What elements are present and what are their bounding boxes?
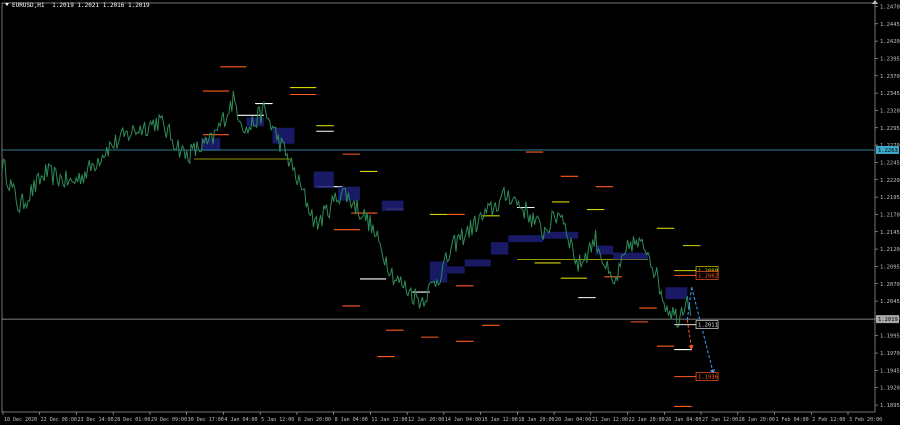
chart-window[interactable]: 1.2470 1.2445 1.2420 1.2395 1.2370 1.2345 1.23… xyxy=(0,0,900,425)
time-axis-label: 18 Dec 2020 xyxy=(4,417,37,423)
price-zone xyxy=(490,242,509,255)
price-axis-label: 1.2095 xyxy=(880,264,900,270)
price-axis-label: 1.2245 xyxy=(880,160,900,166)
price-axis-label: 1.1970 xyxy=(880,351,900,357)
time-axis-label: 8 Jan 04:00 xyxy=(335,417,368,423)
price-zone xyxy=(313,171,334,189)
time-axis-label: 5 Jan 12:00 xyxy=(261,417,294,423)
price-axis-label: 1.2170 xyxy=(880,212,900,218)
time-axis-label: 23 Dec 14:00 xyxy=(77,417,113,423)
price-axis-label: 1.2045 xyxy=(880,299,900,305)
time-axis-label: 20 Jan 04:00 xyxy=(555,417,591,423)
time-axis-label: 2 Feb 12:00 xyxy=(812,417,845,423)
price-axis-label: 1.1995 xyxy=(880,334,900,340)
price-line-tag-label: 1.2263 xyxy=(878,148,898,154)
time-axis-label: 22 Dec 06:00 xyxy=(41,417,77,423)
time-axis-label: 28 Jan 20:00 xyxy=(739,417,775,423)
symbol-label: EURUSD,H1 xyxy=(12,2,45,9)
chart-header: EURUSD,H1 1.2019 1.2021 1.2016 1.2019 xyxy=(3,2,150,9)
time-axis-label: 15 Jan 12:00 xyxy=(482,417,518,423)
projection-line xyxy=(691,287,714,374)
price-axis-label: 1.2370 xyxy=(880,74,900,80)
time-axis-label: 29 Dec 09:00 xyxy=(151,417,187,423)
price-axis-label: 1.2070 xyxy=(880,282,900,288)
time-axis-label: 14 Jan 04:00 xyxy=(445,417,481,423)
time-axis-label: 1 Feb 04:00 xyxy=(776,417,809,423)
price-axis-label: 1.2420 xyxy=(880,39,900,45)
price-axis-label: 1.2220 xyxy=(880,178,900,184)
time-axis-label: 22 Jan 20:00 xyxy=(629,417,665,423)
price-zone xyxy=(665,287,688,300)
price-tag-label: 1.2011 xyxy=(698,323,718,329)
projection-arrowhead xyxy=(688,344,694,350)
time-axis-label: 6 Jan 20:00 xyxy=(298,417,331,423)
price-zone xyxy=(508,235,544,243)
time-axis-label: 27 Jan 12:00 xyxy=(702,417,738,423)
time-axis-label: 28 Dec 01:00 xyxy=(114,417,150,423)
price-zone xyxy=(201,138,221,151)
time-axis-label: 21 Jan 12:00 xyxy=(592,417,628,423)
price-axis-label: 1.2120 xyxy=(880,247,900,253)
time-axis-label: 18 Jan 20:00 xyxy=(518,417,554,423)
price-chart[interactable]: 1.2470 1.2445 1.2420 1.2395 1.2370 1.2345 1.23… xyxy=(0,0,900,425)
time-axis-label: 3 Feb 20:00 xyxy=(849,417,882,423)
price-axis-label: 1.2395 xyxy=(880,56,900,62)
price-axis-label: 1.2320 xyxy=(880,108,900,114)
price-axis-label: 1.2195 xyxy=(880,195,900,201)
price-axis-label: 1.2145 xyxy=(880,230,900,236)
price-axis-label: 1.2470 xyxy=(880,4,900,10)
price-tag-label: 1.2082 xyxy=(698,273,718,279)
price-tag-label: 1.1936 xyxy=(698,375,718,381)
price-zone xyxy=(447,266,465,274)
price-axis-label: 1.2445 xyxy=(880,22,900,28)
time-axis-label: 4 Jan 04:00 xyxy=(224,417,257,423)
price-zone xyxy=(429,261,448,283)
price-zone xyxy=(381,200,404,211)
price-axis-label: 1.1895 xyxy=(880,403,900,409)
price-line-tag-label: 1.2019 xyxy=(878,317,898,323)
time-axis-label: 30 Dec 17:00 xyxy=(188,417,224,423)
price-axis-label: 1.1920 xyxy=(880,386,900,392)
plot-frame xyxy=(1,2,876,413)
time-axis-label: 12 Jan 20:00 xyxy=(408,417,444,423)
price-axis-label: 1.2345 xyxy=(880,91,900,97)
price-zone xyxy=(613,252,649,260)
time-axis-label: 26 Jan 04:00 xyxy=(665,417,701,423)
chart-shift-icon[interactable] xyxy=(872,0,878,4)
time-axis-label: 11 Jan 12:00 xyxy=(371,417,407,423)
price-zone xyxy=(464,259,491,267)
price-axis-label: 1.2295 xyxy=(880,126,900,132)
ohlc-label: 1.2019 1.2021 1.2016 1.2019 xyxy=(52,2,150,9)
price-axis-label: 1.1945 xyxy=(880,368,900,374)
